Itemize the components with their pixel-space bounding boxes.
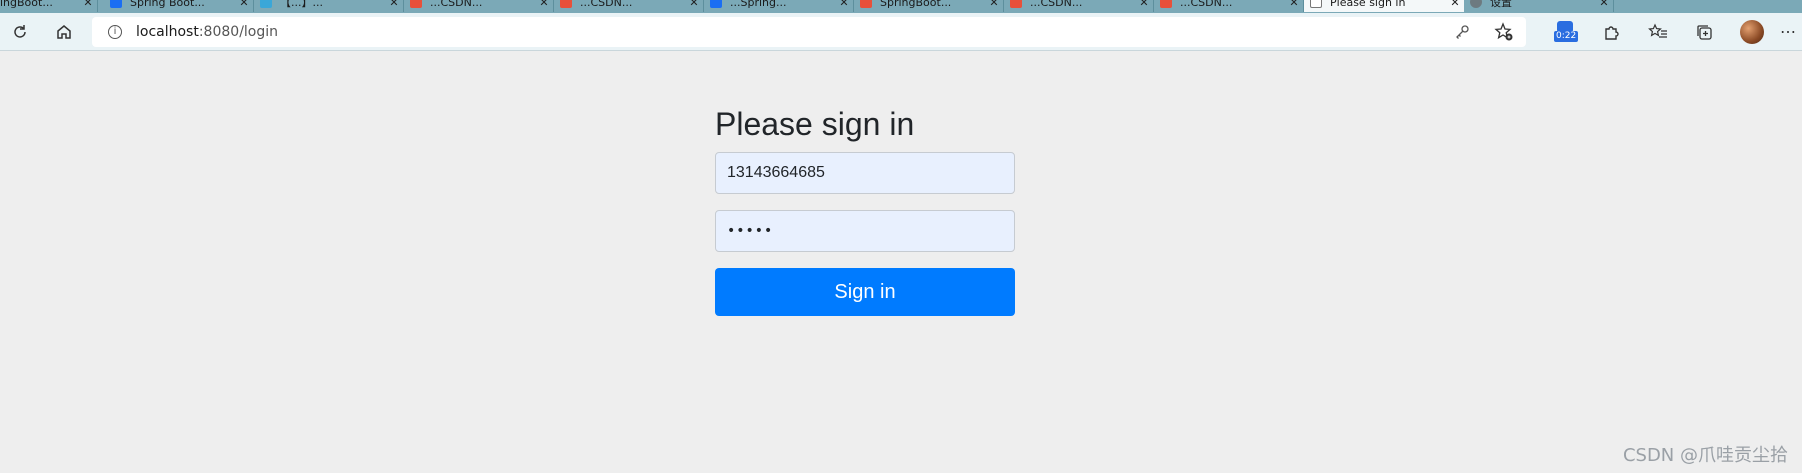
home-icon [57,25,71,39]
close-icon[interactable]: ✕ [685,0,703,9]
refresh-icon [14,25,26,38]
url-text: localhost:8080/login [136,24,278,40]
browser-tab[interactable]: 【...】... ✕ [254,0,404,12]
extension-timer-icon[interactable]: 0:22 [1552,19,1579,45]
tab-title: SpringBoot... [880,0,952,9]
site-info-icon[interactable]: i [108,25,122,39]
tab-strip: ingBoot... ✕ Spring Boot... ✕ 【...】... ✕… [0,0,1802,13]
profile-avatar[interactable] [1740,20,1764,44]
tab-title: ...CSDN... [430,0,483,9]
favorites-button[interactable] [1644,18,1672,46]
extension-badge: 0:22 [1554,31,1579,42]
tab-title: 【...】... [280,0,323,9]
address-bar[interactable]: i localhost:8080/login [92,17,1526,47]
close-icon[interactable]: ✕ [1135,0,1153,9]
browser-tab-active[interactable]: Please sign in ✕ [1304,0,1464,12]
page-title: Please sign in [715,106,915,142]
more-menu-button[interactable]: ⋯ [1776,18,1800,46]
tab-favicon-icon [410,0,422,8]
close-icon[interactable]: ✕ [1446,0,1464,9]
tab-title: ingBoot... [0,0,53,9]
close-icon[interactable]: ✕ [235,0,253,9]
tab-favicon-icon [1010,0,1022,8]
tab-title: ...CSDN... [1030,0,1083,9]
browser-tab[interactable]: ...CSDN... ✕ [1154,0,1304,12]
tab-favicon-icon [110,0,122,8]
refresh-button[interactable] [6,18,34,46]
collections-button[interactable] [1690,18,1718,46]
browser-tab[interactable]: Spring Boot... ✕ [104,0,254,12]
close-icon[interactable]: ✕ [1285,0,1303,9]
username-input[interactable]: 13143664685 [715,152,1015,194]
more-icon: ⋯ [1780,24,1796,41]
close-icon[interactable]: ✕ [385,0,403,9]
tab-title: ...CSDN... [580,0,633,9]
url-host: localhost [136,24,199,40]
tab-title: ...Spring... [730,0,787,9]
tab-favicon-icon [860,0,872,8]
browser-tab[interactable]: 设置 ✕ [1464,0,1614,12]
browser-tab[interactable]: ...CSDN... ✕ [1004,0,1154,12]
key-icon[interactable] [1454,24,1470,40]
gear-icon [1470,0,1482,8]
tab-favicon-icon [260,0,272,8]
close-icon[interactable]: ✕ [1595,0,1613,9]
close-icon[interactable]: ✕ [985,0,1003,9]
tab-favicon-icon [560,0,572,8]
password-input[interactable]: ••••• [715,210,1015,252]
tab-title: Spring Boot... [130,0,205,9]
sign-in-button[interactable]: Sign in [715,268,1015,316]
close-icon[interactable]: ✕ [79,0,97,9]
puzzle-icon [1605,26,1619,40]
browser-tab[interactable]: ...CSDN... ✕ [404,0,554,12]
collections-icon [1697,25,1712,40]
extensions-button[interactable] [1598,18,1626,46]
tab-title: 设置 [1490,0,1512,9]
page-icon [1310,0,1322,8]
browser-toolbar: i localhost:8080/login 0:22 ⋯ [0,13,1802,51]
browser-tab[interactable]: SpringBoot... ✕ [854,0,1004,12]
home-button[interactable] [50,18,78,46]
favorites-list-icon [1648,23,1667,38]
browser-tab[interactable]: ...CSDN... ✕ [554,0,704,12]
close-icon[interactable]: ✕ [835,0,853,9]
tab-title: Please sign in [1330,0,1406,9]
browser-tab[interactable]: ingBoot... ✕ [0,0,98,12]
favorite-add-icon[interactable] [1494,22,1514,42]
tab-favicon-icon [1160,0,1172,8]
address-actions [1454,17,1526,47]
tab-favicon-icon [710,0,722,8]
close-icon[interactable]: ✕ [535,0,553,9]
login-form: Please sign in 13143664685 ••••• Sign in [715,104,1015,316]
watermark-text: CSDN @爪哇贡尘拾 [1622,445,1788,466]
tab-title: ...CSDN... [1180,0,1233,9]
browser-tab[interactable]: ...Spring... ✕ [704,0,854,12]
url-path: :8080/login [198,24,279,40]
